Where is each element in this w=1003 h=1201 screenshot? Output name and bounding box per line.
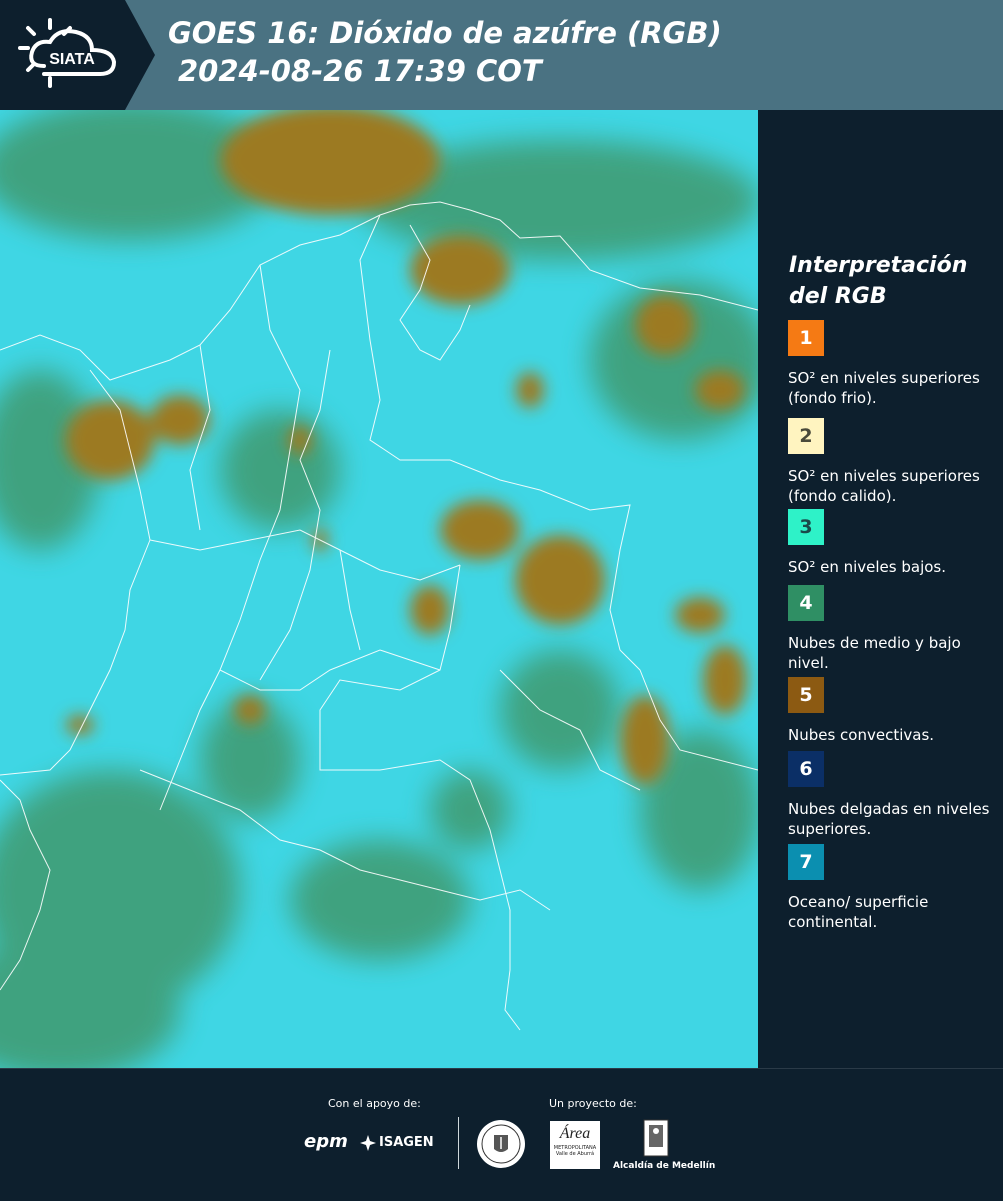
logo-text: SIATA — [49, 51, 95, 68]
header-logo-panel: SIATA — [0, 0, 155, 110]
legend-label-1: SO² en niveles superiores (fondo frio). — [788, 369, 980, 407]
legend-swatch-2: 2 — [788, 418, 824, 454]
legend-item-5: 5 Nubes convectivas. — [788, 677, 993, 745]
area-logo-text: Área — [559, 1125, 591, 1142]
legend-swatch-7: 7 — [788, 844, 824, 880]
header-bar: SIATA GOES 16: Dióxido de azúfre (RGB) 2… — [0, 0, 1003, 110]
area-logo-tagline: Valle de Aburrá — [555, 1151, 595, 1157]
legend-label-3: SO² en niveles bajos. — [788, 558, 947, 576]
legend-label-2: SO² en niveles superiores (fondo calido)… — [788, 467, 980, 505]
legend-item-1: 1 SO² en niveles superiores (fondo frio)… — [788, 320, 993, 408]
legend-swatch-1: 1 — [788, 320, 824, 356]
map-title: GOES 16: Dióxido de azúfre (RGB) — [168, 16, 722, 50]
area-metropolitana-logo: Área METROPOLITANA Valle de Aburrá — [550, 1121, 600, 1169]
legend-panel: Interpretación del RGB 1 SO² en niveles … — [758, 110, 1003, 1068]
footer-divider — [458, 1117, 459, 1169]
legend-item-4: 4 Nubes de medio y bajo nivel. — [788, 585, 993, 673]
alcaldia-label: Alcaldía de Medellín — [613, 1161, 716, 1171]
legend-label-7: Oceano/ superficie continental. — [788, 893, 929, 931]
legend-item-3: 3 SO² en niveles bajos. — [788, 509, 993, 577]
map-timestamp: 2024-08-26 17:39 COT — [178, 54, 542, 88]
legend-item-2: 2 SO² en niveles superiores (fondo calid… — [788, 418, 993, 506]
legend-title: Interpretación del RGB — [789, 253, 968, 309]
support-label: Con el apoyo de: — [328, 1097, 421, 1110]
legend-swatch-3: 3 — [788, 509, 824, 545]
medellin-shield-icon — [643, 1119, 669, 1157]
legend-item-6: 6 Nubes delgadas en niveles superiores. — [788, 751, 993, 839]
legend-swatch-6: 6 — [788, 751, 824, 787]
epm-logo: epm — [304, 1131, 348, 1152]
footer-bar: Con el apoyo de: Un proyecto de: epm ISA… — [0, 1068, 1003, 1201]
project-label: Un proyecto de: — [549, 1097, 637, 1110]
legend-swatch-5: 5 — [788, 677, 824, 713]
isagen-logo: ISAGEN — [379, 1135, 434, 1150]
university-seal-icon — [477, 1120, 525, 1168]
legend-label-6: Nubes delgadas en niveles superiores. — [788, 800, 990, 838]
legend-swatch-4: 4 — [788, 585, 824, 621]
map-canvas — [0, 110, 758, 1068]
legend-label-5: Nubes convectivas. — [788, 726, 935, 744]
siata-logo-icon: SIATA — [18, 18, 117, 88]
legend-label-4: Nubes de medio y bajo nivel. — [788, 634, 961, 672]
isagen-icon — [360, 1135, 376, 1151]
satellite-map[interactable] — [0, 110, 758, 1068]
legend-item-7: 7 Oceano/ superficie continental. — [788, 844, 993, 932]
